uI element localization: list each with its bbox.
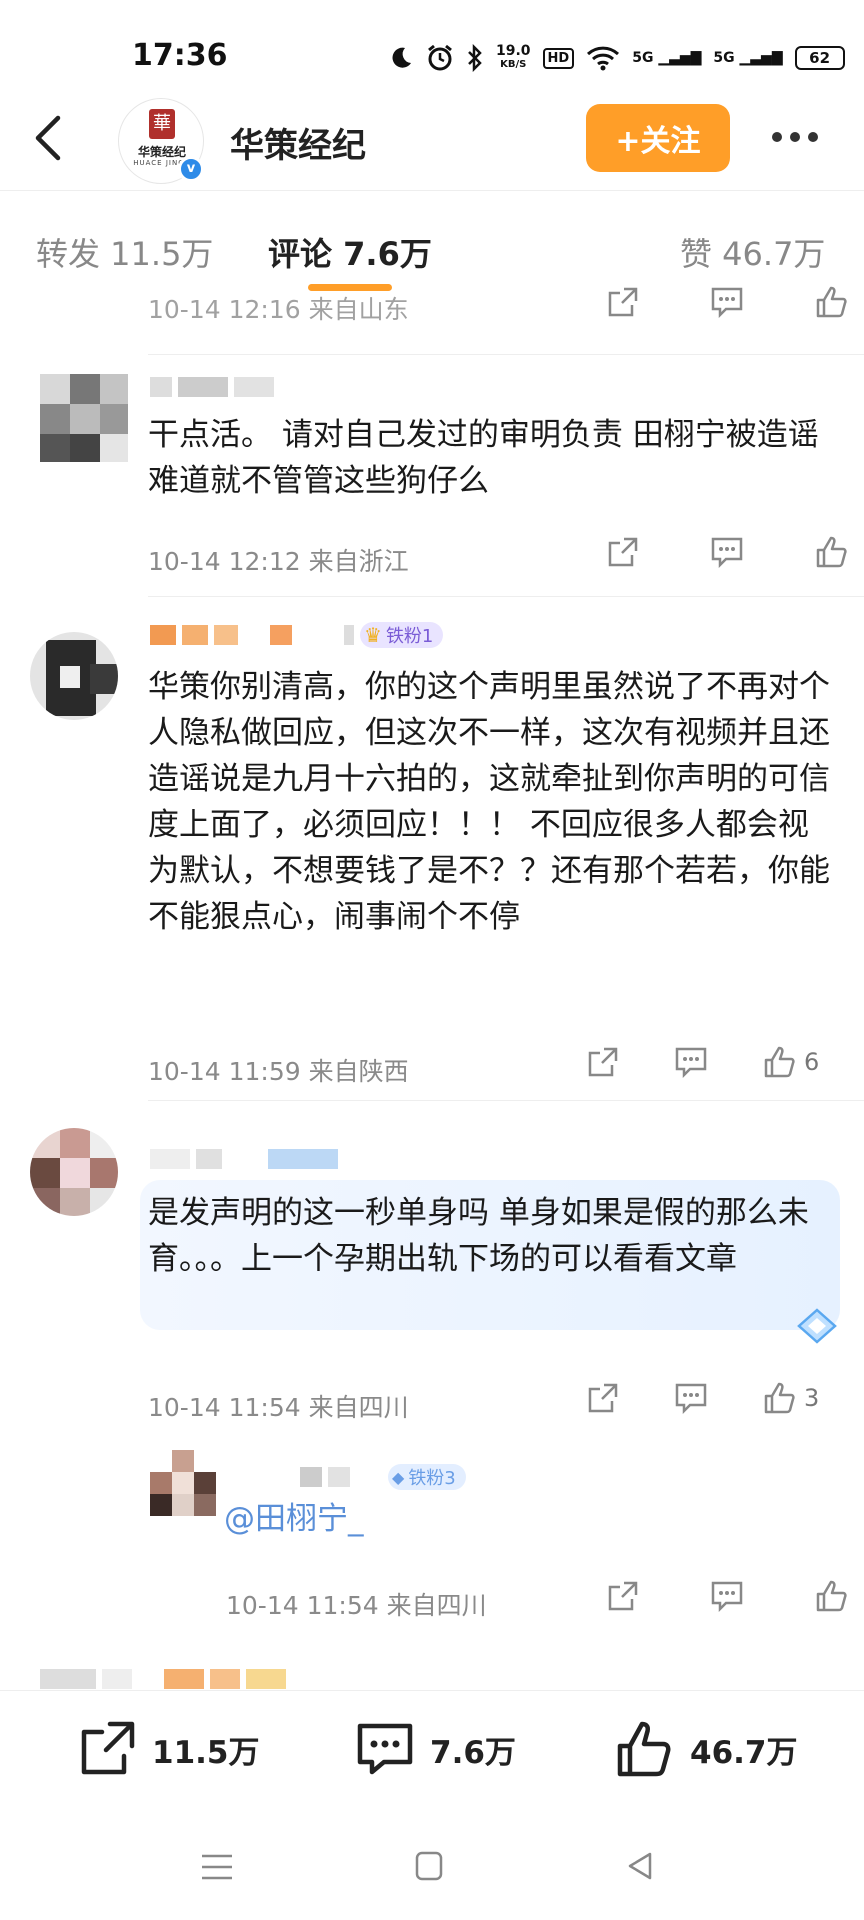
like-button[interactable]: 3: [762, 1380, 819, 1416]
like-icon: [617, 1721, 671, 1777]
tab-likes[interactable]: 赞 46.7万: [680, 229, 825, 275]
share-icon: [81, 1721, 135, 1775]
crown-icon: ♛: [364, 623, 382, 647]
like-count: 3: [804, 1384, 820, 1412]
avatar[interactable]: [150, 1450, 216, 1516]
comment-text: 华策你别清高，你的这个声明里虽然说了不再对个人隐私做回应，但这次不一样，这次有视…: [148, 669, 830, 935]
reply-mention[interactable]: @田栩宁_: [224, 1496, 864, 1542]
comment-meta: 10-14 11:59 来自陕西: [148, 1057, 409, 1086]
verified-icon: v: [178, 156, 204, 182]
comment-icon[interactable]: [710, 535, 744, 569]
fan-badge: ♛ 铁粉1: [360, 622, 444, 648]
like-icon[interactable]: [814, 1578, 850, 1614]
comment-meta: 10-14 11:54 来自四川: [148, 1393, 409, 1422]
tab-repost[interactable]: 转发 11.5万: [36, 229, 213, 275]
diamond-icon: [797, 1308, 837, 1344]
like-icon: [764, 1382, 795, 1414]
like-icon[interactable]: [814, 534, 850, 570]
repost-count: 11.5万: [152, 1734, 260, 1771]
divider: [148, 596, 864, 597]
tab-bar: 转发 11.5万 评论 7.6万 赞 46.7万: [0, 190, 864, 290]
system-nav-bar: [0, 1820, 864, 1920]
alarm-icon: [428, 44, 452, 71]
username[interactable]: [150, 1148, 338, 1170]
back-arrow-icon[interactable]: [28, 112, 68, 164]
username[interactable]: ♛ 铁粉1: [150, 622, 444, 648]
fan-badge: ◆ 铁粉3: [388, 1464, 466, 1490]
tab-comments[interactable]: 评论 7.6万: [268, 229, 432, 275]
wifi-icon: [587, 46, 620, 71]
bottom-repost-button[interactable]: 11.5万: [76, 1718, 260, 1780]
avatar[interactable]: [30, 632, 118, 720]
like-button[interactable]: 6: [762, 1044, 819, 1080]
share-icon[interactable]: [586, 1381, 620, 1415]
reply-item: ◆ 铁粉3 @田栩宁_ 10-14 11:54 来自四川: [0, 1440, 864, 1660]
comment-icon[interactable]: [674, 1381, 708, 1415]
divider: [148, 1100, 864, 1101]
like-count: 46.7万: [690, 1734, 798, 1771]
seal-icon: 華: [149, 109, 175, 139]
comment-meta: 10-14 12:12 来自浙江: [148, 547, 409, 576]
next-comment-peek: [40, 1668, 286, 1690]
comment-count: 7.6万: [430, 1734, 516, 1771]
follow-button[interactable]: +关注: [586, 104, 730, 172]
reply-actions: [606, 1578, 850, 1614]
diamond-small-icon: ◆: [392, 1467, 405, 1487]
bottom-comment-button[interactable]: 7.6万: [354, 1718, 516, 1780]
account-name[interactable]: 华策经纪: [230, 118, 366, 167]
comment-icon: [357, 1723, 413, 1775]
hd-icon: HD: [542, 47, 575, 69]
reply-meta: 10-14 11:54 来自四川: [226, 1591, 487, 1620]
comment-icon[interactable]: [710, 1579, 744, 1613]
comment-item: 干点活。 请对自己发过的审明负责 田栩宁被造谣难道就不管管这些狗仔么 10-14…: [0, 362, 864, 602]
signal-icon: 5G ▁▃▅▇: [632, 50, 702, 66]
share-icon[interactable]: [606, 1579, 640, 1613]
comment-actions: [606, 284, 850, 320]
comment-text: 是发声明的这一秒单身吗 单身如果是假的那么未育。。。上一个孕期出轨下场的可以看看…: [148, 1195, 809, 1277]
status-time: 17:36: [132, 38, 228, 73]
nav-back-icon[interactable]: [624, 1850, 656, 1882]
comment-actions: 3: [586, 1380, 819, 1416]
comment-item: 10-14 12:16 来自山东: [0, 286, 864, 362]
status-icons: 19.0 KB/S HD 5G ▁▃▅▇ 5G ▁▃▅▇ 62: [388, 40, 845, 76]
comment-actions: 6: [586, 1044, 819, 1080]
moon-icon: [392, 47, 411, 68]
share-icon[interactable]: [606, 285, 640, 319]
username[interactable]: ◆ 铁粉3: [300, 1464, 466, 1490]
share-icon[interactable]: [586, 1045, 620, 1079]
share-icon[interactable]: [606, 535, 640, 569]
net-speed: 19.0 KB/S: [496, 43, 531, 70]
bottom-like-button[interactable]: 46.7万: [614, 1718, 798, 1780]
more-icon[interactable]: [772, 132, 818, 142]
bluetooth-icon: [468, 44, 482, 72]
username[interactable]: [150, 376, 274, 398]
like-count: 6: [804, 1048, 820, 1076]
like-icon[interactable]: [814, 284, 850, 320]
comment-icon[interactable]: [710, 285, 744, 319]
status-bar: 17:36 19.0 KB/S HD 5G ▁▃▅▇ 5G ▁▃▅▇ 62: [0, 0, 864, 110]
comment-item: ♛ 铁粉1 华策你别清高，你的这个声明里虽然说了不再对个人隐私做回应，但这次不一样…: [0, 602, 864, 1102]
signal-icon: 5G ▁▃▅▇: [713, 50, 783, 66]
comment-text: 干点活。 请对自己发过的审明负责 田栩宁被造谣难道就不管管这些狗仔么: [148, 417, 819, 499]
comment-item: 是发声明的这一秒单身吗 单身如果是假的那么未育。。。上一个孕期出轨下场的可以看看…: [0, 1110, 864, 1440]
divider: [148, 354, 864, 355]
battery-icon: 62: [794, 46, 845, 70]
comment-actions: [606, 534, 850, 570]
comment-icon[interactable]: [674, 1045, 708, 1079]
comment-meta: 10-14 12:16 来自山东: [148, 295, 409, 324]
avatar[interactable]: [40, 374, 128, 462]
like-icon: [764, 1046, 795, 1078]
menu-icon[interactable]: [200, 1852, 234, 1882]
avatar[interactable]: [30, 1128, 118, 1216]
home-icon[interactable]: [414, 1850, 444, 1882]
